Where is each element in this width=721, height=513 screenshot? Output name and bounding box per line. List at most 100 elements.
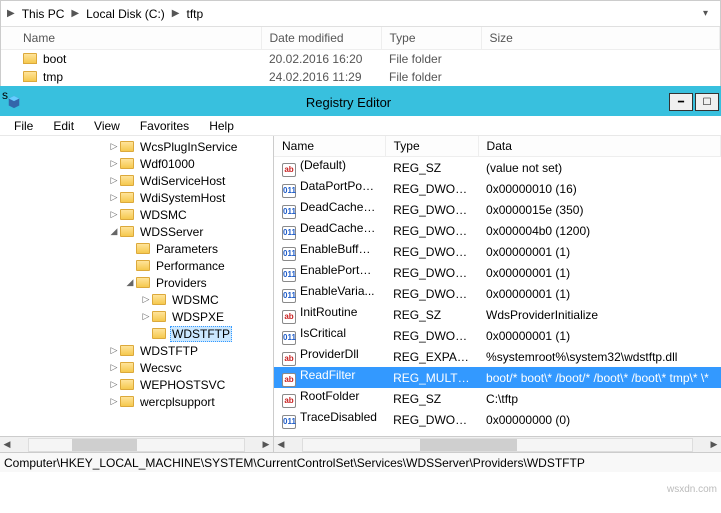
window-title: Registry Editor [28,95,669,110]
expand-icon[interactable]: ▷ [108,379,120,390]
file-name: boot [43,52,66,66]
value-name: EnableVaria... [300,284,375,298]
value-data: C:\tftp [478,388,720,409]
expand-icon[interactable]: ▷ [108,345,120,356]
values-pane[interactable]: Name Type Data ab(Default)REG_SZ(value n… [274,136,721,436]
string-value-icon: ab [282,163,296,177]
breadcrumb-item[interactable]: This PC [18,5,69,23]
status-path: Computer\HKEY_LOCAL_MACHINE\SYSTEM\Curre… [4,456,585,470]
column-header-type[interactable]: Type [381,27,481,50]
value-name: InitRoutine [300,305,357,319]
list-item[interactable]: abInitRoutineREG_SZWdsProviderInitialize [274,304,721,325]
dword-value-icon: 011 [282,205,296,219]
file-type: File folder [381,68,481,86]
column-header-size[interactable]: Size [481,27,720,50]
value-data: 0x00000001 (1) [478,262,720,283]
folder-icon [120,141,134,152]
value-data: 0x00000000 (0) [478,409,720,430]
value-data: 0x00000010 (16) [478,178,720,199]
scroll-left-icon[interactable]: ◀ [274,439,288,450]
value-data: 0x00000001 (1) [478,325,720,346]
list-item[interactable]: 011EnablePortS...REG_DWORD0x00000001 (1) [274,262,721,283]
list-item[interactable]: 011IsCriticalREG_DWORD0x00000001 (1) [274,325,721,346]
tree-item[interactable]: WDSPXE [170,310,226,324]
expand-icon[interactable]: ▷ [108,192,120,203]
tree-item[interactable]: wercplsupport [138,395,217,409]
table-row[interactable]: boot 20.02.2016 16:20 File folder [1,50,720,69]
expand-icon[interactable]: ▷ [108,141,120,152]
scroll-left-icon[interactable]: ◀ [0,439,14,450]
expand-icon[interactable]: ▷ [108,175,120,186]
string-value-icon: ab [282,310,296,324]
file-date: 20.02.2016 16:20 [261,50,381,69]
breadcrumb[interactable]: ▶ This PC ▶ Local Disk (C:) ▶ tftp ▾ [1,1,720,27]
list-item[interactable]: abRootFolderREG_SZC:\tftp [274,388,721,409]
titlebar[interactable]: Registry Editor ━ ☐ [0,88,721,116]
menu-file[interactable]: File [4,117,43,135]
folder-icon [136,243,150,254]
list-item[interactable]: abProviderDllREG_EXPAN...%systemroot%\sy… [274,346,721,367]
minimize-button[interactable]: ━ [669,93,693,111]
tree-pane[interactable]: ▷ WcsPlugInService ▷ Wdf01000 ▷ WdiServiceH… [0,136,274,436]
value-type: REG_DWORD [385,220,478,241]
expand-icon[interactable]: ▷ [108,362,120,373]
list-item[interactable]: 011EnableBuffer...REG_DWORD0x00000001 (1… [274,241,721,262]
tree-item[interactable]: WdiSystemHost [138,191,227,205]
value-name: EnableBuffer... [300,242,379,256]
tree-item[interactable]: Wecsvc [138,361,184,375]
tree-item[interactable]: WDSMC [170,293,221,307]
collapse-icon[interactable]: ◢ [108,226,120,237]
tree-item[interactable]: WDSMC [138,208,189,222]
value-data: WdsProviderInitialize [478,304,720,325]
breadcrumb-item[interactable]: tftp [182,5,207,23]
column-header-type[interactable]: Type [385,136,478,157]
tree-item[interactable]: WDSServer [138,225,205,239]
column-header-name[interactable]: Name [274,136,385,157]
menu-view[interactable]: View [84,117,130,135]
menu-help[interactable]: Help [199,117,244,135]
scroll-right-icon[interactable]: ▶ [259,439,273,450]
dword-value-icon: 011 [282,247,296,261]
tree-item-selected[interactable]: WDSTFTP [170,326,232,342]
chevron-right-icon: ▶ [7,8,15,19]
column-header-name[interactable]: Name [1,27,261,50]
tree-item[interactable]: WDSTFTP [138,344,200,358]
expand-icon[interactable]: ▷ [108,209,120,220]
maximize-button[interactable]: ☐ [695,93,719,111]
menu-edit[interactable]: Edit [43,117,84,135]
tree-item[interactable]: Providers [154,276,209,290]
list-item[interactable]: 011DataPortPoo...REG_DWORD0x00000010 (16… [274,178,721,199]
tree-item[interactable]: Parameters [154,242,220,256]
tree-item[interactable]: WEPHOSTSVC [138,378,227,392]
value-type: REG_DWORD [385,178,478,199]
value-name: ReadFilter [300,368,355,382]
value-name: RootFolder [300,389,359,403]
tree-item[interactable]: Performance [154,259,227,273]
list-item[interactable]: abReadFilterREG_MULTI...boot/* boot\* /b… [274,367,721,388]
menu-favorites[interactable]: Favorites [130,117,199,135]
table-row[interactable]: tmp 24.02.2016 11:29 File folder [1,68,720,86]
list-hscrollbar[interactable]: ◀ ▶ [274,436,721,452]
list-item[interactable]: 011DeadCacheS...REG_DWORD0x0000015e (350… [274,199,721,220]
collapse-icon[interactable]: ◢ [124,277,136,288]
expand-icon[interactable]: ▷ [108,158,120,169]
column-header-data[interactable]: Data [478,136,720,157]
value-type: REG_DWORD [385,262,478,283]
list-item[interactable]: ab(Default)REG_SZ(value not set) [274,157,721,179]
breadcrumb-item[interactable]: Local Disk (C:) [82,5,169,23]
scroll-right-icon[interactable]: ▶ [707,439,721,450]
tree-item[interactable]: WcsPlugInService [138,140,239,154]
expand-icon[interactable]: ▷ [108,396,120,407]
value-data: 0x000004b0 (1200) [478,220,720,241]
folder-icon [23,71,37,82]
tree-hscrollbar[interactable]: ◀ ▶ [0,436,274,452]
chevron-down-icon[interactable]: ▾ [697,8,714,19]
expand-icon[interactable]: ▷ [140,311,152,322]
column-header-date[interactable]: Date modified [261,27,381,50]
tree-item[interactable]: Wdf01000 [138,157,197,171]
list-item[interactable]: 011EnableVaria...REG_DWORD0x00000001 (1) [274,283,721,304]
list-item[interactable]: 011TraceDisabledREG_DWORD0x00000000 (0) [274,409,721,430]
expand-icon[interactable]: ▷ [140,294,152,305]
list-item[interactable]: 011DeadCacheT...REG_DWORD0x000004b0 (120… [274,220,721,241]
tree-item[interactable]: WdiServiceHost [138,174,227,188]
